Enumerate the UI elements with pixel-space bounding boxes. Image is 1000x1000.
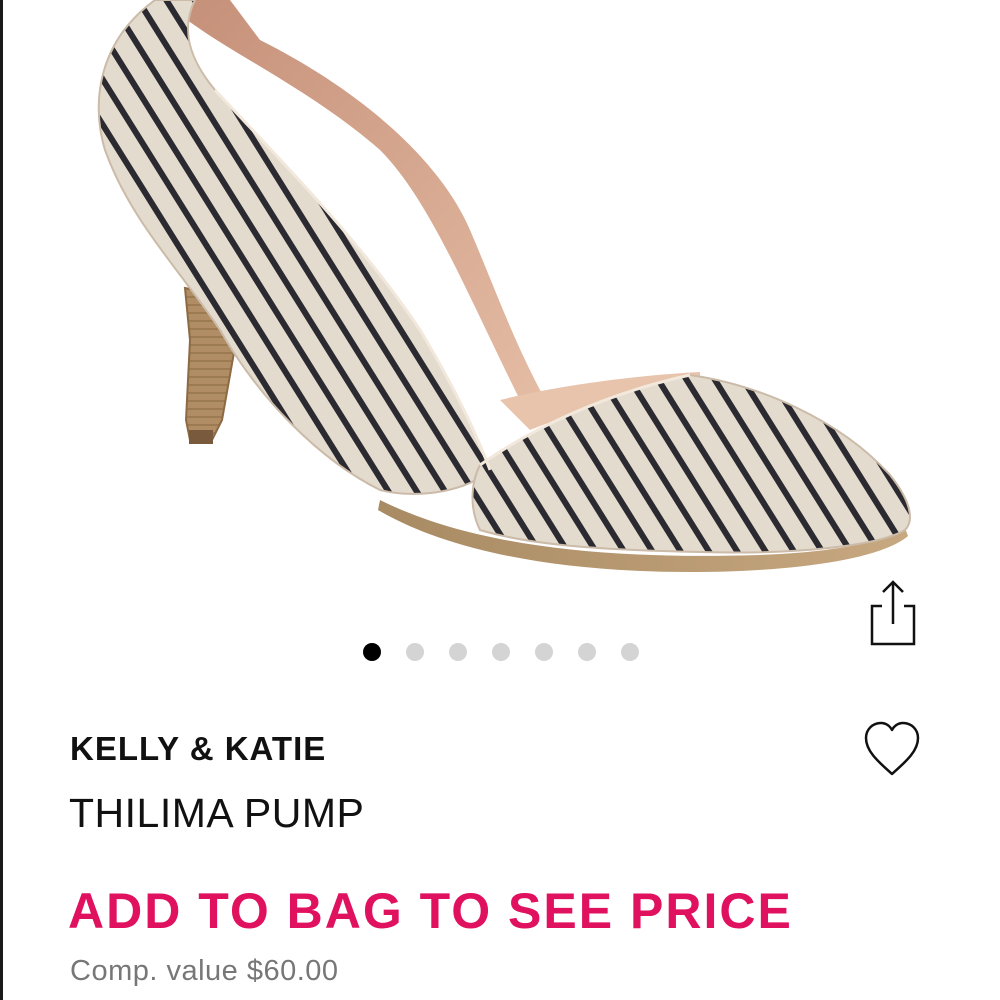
product-image[interactable]: [0, 0, 1000, 640]
heart-icon: [864, 721, 920, 776]
pagination-dot-2[interactable]: [405, 643, 424, 661]
shoe-illustration: [97, 0, 911, 572]
pagination-dot-7[interactable]: [620, 643, 639, 661]
pagination-dot-4[interactable]: [491, 643, 510, 661]
share-icon: [870, 580, 916, 646]
price-cta: ADD TO BAG TO SEE PRICE: [68, 883, 793, 939]
wishlist-button[interactable]: [860, 718, 924, 782]
brand-name[interactable]: KELLY & KATIE: [70, 730, 326, 768]
product-title: THILIMA PUMP: [69, 790, 365, 836]
share-button[interactable]: [862, 578, 920, 648]
pagination-dot-1[interactable]: [362, 643, 381, 661]
pagination-dot-5[interactable]: [534, 643, 553, 661]
product-page: KELLY & KATIE THILIMA PUMP ADD TO BAG TO…: [0, 0, 1000, 1000]
image-pagination: [0, 643, 1000, 663]
comp-value: Comp. value $60.00: [70, 955, 339, 987]
pagination-dot-6[interactable]: [577, 643, 596, 661]
pagination-dot-3[interactable]: [448, 643, 467, 661]
